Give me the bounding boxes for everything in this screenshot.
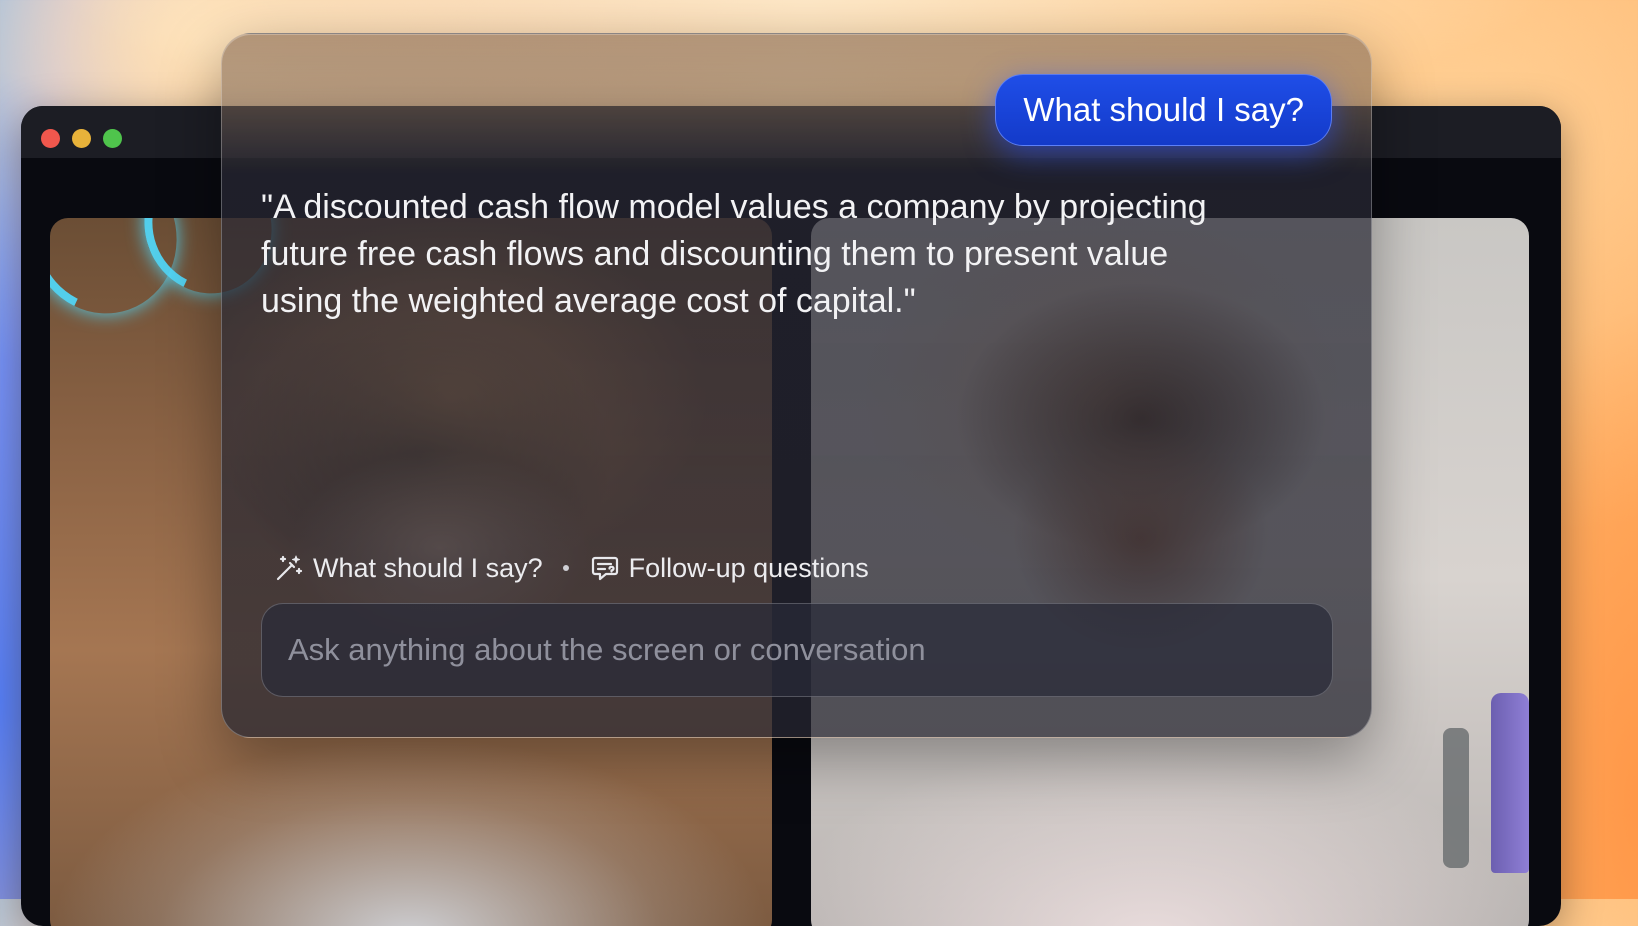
- minimize-window-button[interactable]: [72, 129, 91, 148]
- assistant-overlay-panel: What should I say? "A discounted cash fl…: [221, 33, 1372, 738]
- background-object: [1443, 728, 1469, 868]
- what-should-i-say-button[interactable]: What should I say?: [273, 552, 543, 584]
- background-vase: [1491, 693, 1529, 873]
- magic-wand-icon: [273, 552, 305, 584]
- suggested-answer-text: "A discounted cash flow model values a c…: [261, 188, 1207, 320]
- quick-actions-row: What should I say? Follow-up questions: [273, 546, 869, 590]
- separator-dot: [562, 565, 569, 571]
- prompt-bubble: What should I say?: [995, 74, 1332, 146]
- follow-up-questions-label: Follow-up questions: [628, 552, 869, 583]
- ask-anything-input[interactable]: [261, 603, 1333, 697]
- what-should-i-say-label: What should I say?: [313, 552, 543, 583]
- follow-up-questions-button[interactable]: Follow-up questions: [589, 552, 869, 584]
- zoom-window-button[interactable]: [103, 129, 122, 148]
- close-window-button[interactable]: [41, 129, 60, 148]
- chat-question-icon: [589, 552, 621, 584]
